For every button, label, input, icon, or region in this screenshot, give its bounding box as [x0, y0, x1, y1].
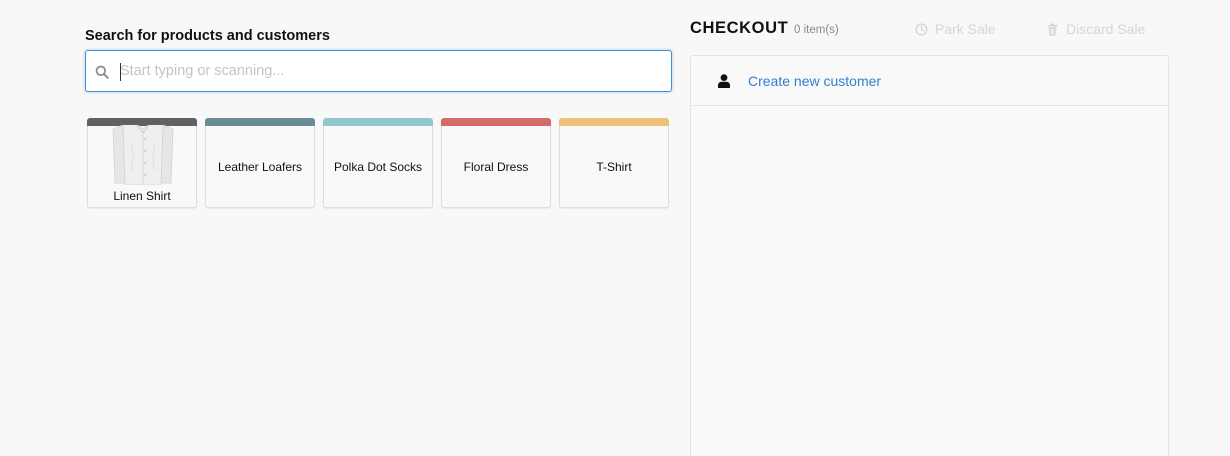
discard-sale-button[interactable]: Discard Sale	[1046, 20, 1145, 38]
product-tile-t-shirt[interactable]: T-Shirt	[559, 118, 669, 208]
product-name: Floral Dress	[463, 160, 529, 174]
product-name: Leather Loafers	[217, 160, 303, 174]
product-tile-leather-loafers[interactable]: Leather Loafers	[205, 118, 315, 208]
discard-sale-label: Discard Sale	[1066, 21, 1146, 37]
tile-color-bar	[559, 118, 669, 126]
create-customer-link[interactable]: Create new customer	[748, 73, 881, 89]
product-name: T-Shirt	[596, 160, 632, 174]
trash-icon	[1047, 23, 1058, 36]
cart-panel: Create new customer	[690, 55, 1169, 456]
text-cursor	[120, 63, 121, 81]
search-label: Search for products and customers	[85, 28, 330, 44]
park-sale-button[interactable]: Park Sale	[915, 20, 996, 38]
customer-row: Create new customer	[691, 56, 1168, 106]
sell-screen: Search for products and customers Start …	[0, 0, 1230, 456]
product-tile-polka-dot-socks[interactable]: Polka Dot Socks	[323, 118, 433, 208]
checkout-title: CHECKOUT	[690, 19, 789, 37]
search-box[interactable]	[85, 50, 672, 92]
product-name: Linen Shirt	[113, 189, 171, 203]
product-name: Polka Dot Socks	[333, 160, 423, 174]
product-tile-floral-dress[interactable]: Floral Dress	[441, 118, 551, 208]
search-input[interactable]	[120, 59, 660, 83]
shirt-image	[112, 125, 174, 185]
item-count: 0 item(s)	[794, 24, 839, 36]
product-tiles: Linen Shirt Leather Loafers Polka Dot So…	[87, 118, 669, 208]
search-icon	[95, 65, 109, 79]
tile-color-bar	[205, 118, 315, 126]
tile-color-bar	[323, 118, 433, 126]
product-tile-linen-shirt[interactable]: Linen Shirt	[87, 118, 197, 208]
user-icon	[718, 74, 730, 88]
clock-icon	[915, 22, 928, 36]
tile-color-bar	[441, 118, 551, 126]
park-sale-label: Park Sale	[935, 21, 996, 37]
